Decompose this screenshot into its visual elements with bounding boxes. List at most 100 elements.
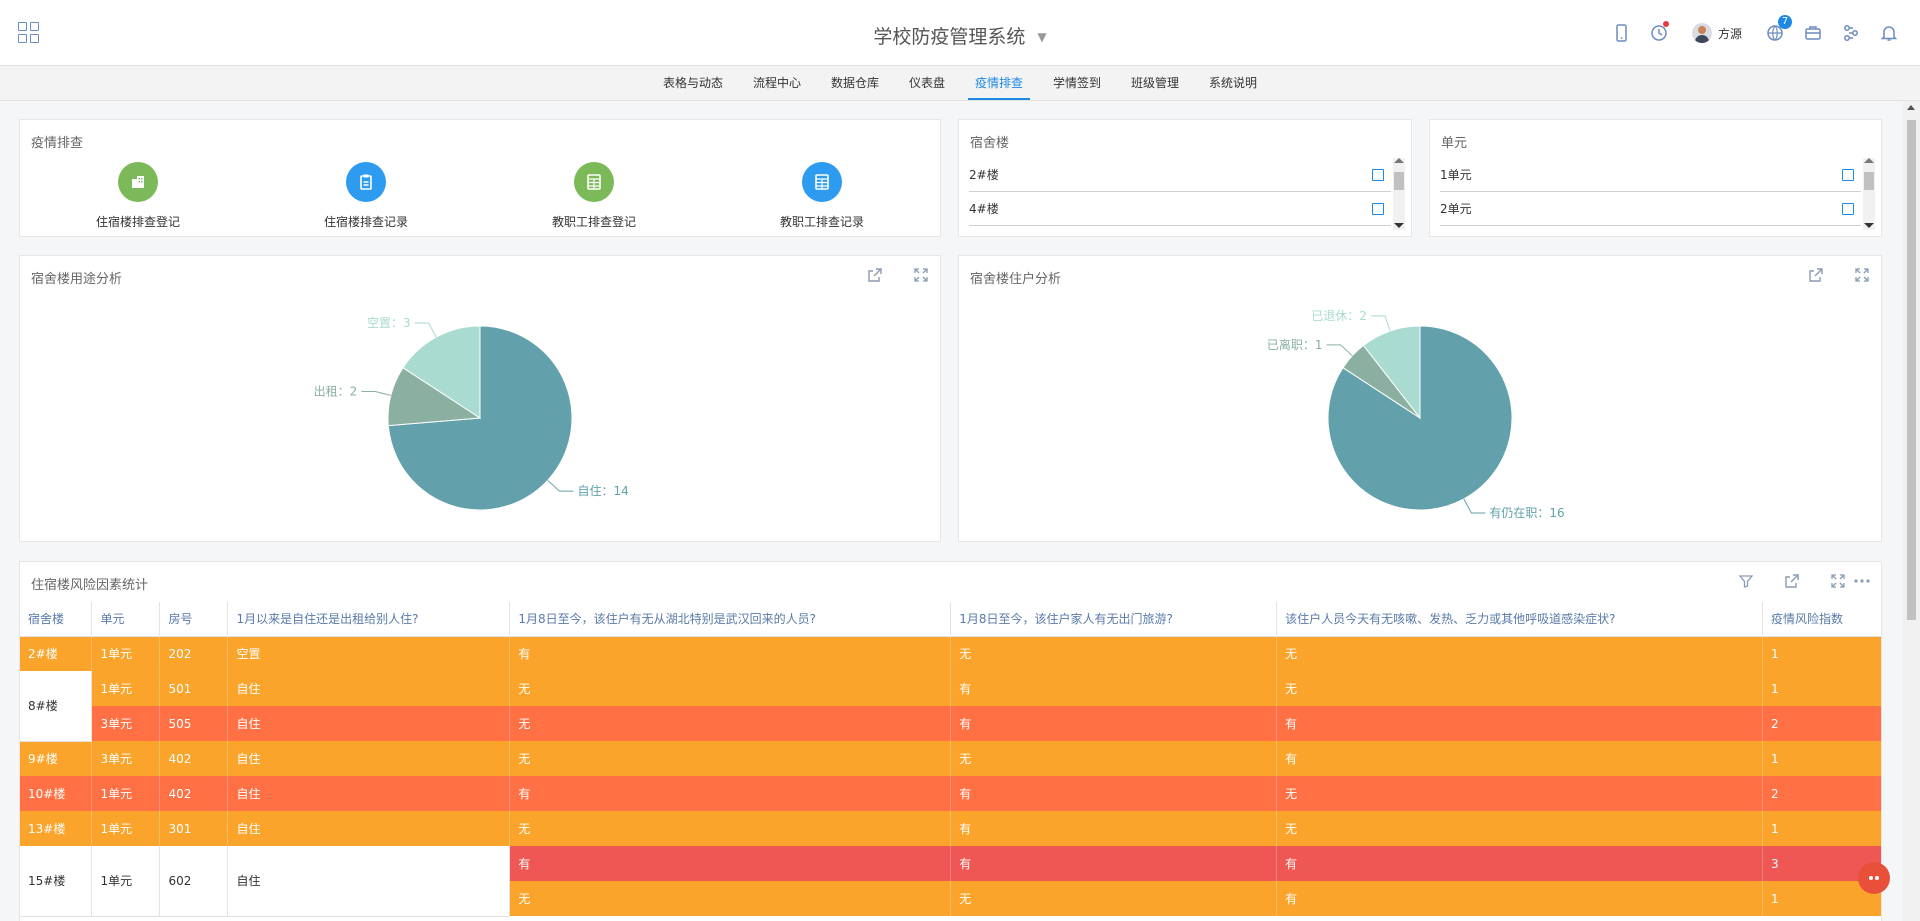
tab-item[interactable]: 学情签到 (1038, 66, 1116, 100)
column-header[interactable]: 疫情风险指数 (1762, 602, 1881, 637)
table-icon (802, 162, 842, 202)
checkbox[interactable] (1842, 202, 1854, 215)
column-header[interactable]: 房号 (159, 602, 229, 637)
quick-building-register[interactable]: 住宿楼排查登记 (58, 162, 218, 230)
quick-staff-register[interactable]: 教职工排查登记 (514, 162, 674, 230)
cell-travel: 无 (950, 636, 1278, 671)
pie-data-label: 已离职：1 (1267, 337, 1323, 352)
cell-risk-index: 2 (1762, 706, 1881, 741)
user-name: 方源 (1717, 26, 1742, 41)
cell-building: 9#楼 (20, 741, 93, 776)
pie-label-line (1463, 498, 1486, 514)
quick-label: 住宿楼排查登记 (95, 215, 180, 229)
risk-table: 宿舍楼 单元 房号 1月以来是自住还是出租给别人住? 1月8日至今，该住户有无从… (20, 602, 1881, 917)
avatar (1691, 23, 1712, 43)
usage-chart-title: 宿舍楼用途分析 (31, 272, 123, 287)
table-toolbar (1709, 572, 1871, 590)
notification-globe-icon[interactable]: 7 (1764, 15, 1792, 44)
cell-symptom: 有 (1276, 706, 1763, 741)
fullscreen-icon[interactable] (1829, 572, 1847, 590)
cell-travel: 有 (950, 811, 1278, 846)
filter-scrollbar[interactable] (1863, 158, 1875, 230)
checkbox[interactable] (1842, 168, 1854, 181)
table-row[interactable]: 8#楼 1单元 501 自住 无 有 无 1 (20, 671, 1881, 742)
cell-unit: 1单元 (91, 671, 161, 706)
unit-filter-list: 1单元 2单元 (1440, 158, 1861, 226)
table-row[interactable]: 9#楼 3单元 402 自住 无 无 有 1 (20, 741, 1881, 776)
cell-travel: 有 (950, 706, 1278, 741)
table-row[interactable]: 13#楼 1单元 301 自住 无 有 无 1 (20, 811, 1881, 846)
fullscreen-icon[interactable] (912, 266, 930, 284)
tab-item[interactable]: 数据仓库 (816, 66, 894, 100)
filter-option[interactable]: 1单元 (1440, 158, 1861, 192)
app-title-text: 学校防疫管理系统 (873, 26, 1026, 48)
open-external-icon[interactable] (1783, 572, 1801, 590)
residents-pie-chart: 有仍在职：16 已离职：1 已退休：2 (1267, 309, 1565, 520)
page-scrollbar[interactable] (1903, 101, 1920, 921)
cell-hubei: 无 (509, 881, 952, 916)
cell-unit: 3单元 (91, 741, 161, 776)
cell-unit: 3单元 (91, 706, 161, 741)
history-alert-dot (1662, 21, 1669, 27)
column-header[interactable]: 1月8日至今，该住户家人有无出门旅游? (950, 602, 1278, 637)
column-header[interactable]: 1月8日至今，该住户有无从湖北特别是武汉回来的人员? (509, 602, 952, 637)
quick-staff-records[interactable]: 教职工排查记录 (742, 162, 902, 230)
quick-label: 教职工排查登记 (551, 215, 636, 229)
cell-room: 402 (159, 776, 229, 811)
tab-item[interactable]: 仪表盘 (894, 66, 960, 100)
cell-hubei: 无 (509, 811, 952, 846)
tab-item[interactable]: 表格与动态 (648, 66, 738, 100)
user-menu[interactable]: 方源 (1691, 23, 1742, 43)
cell-usage: 自住 (227, 776, 511, 811)
quick-actions-card: 疫情排查 住宿楼排查登记 住宿楼排查记录 教职工排查登记 教职工排查记录 (19, 119, 941, 237)
filter-option[interactable]: 2单元 (1440, 192, 1861, 226)
usage-chart-card: 宿舍楼用途分析 自住：14 出租：2 空置：3 (19, 255, 941, 542)
checkbox[interactable] (1372, 202, 1384, 215)
column-header[interactable]: 宿舍楼 (20, 602, 93, 637)
table-row[interactable]: 2#楼 1单元 202 空置 有 无 无 1 (20, 636, 1881, 671)
cell-symptom: 有 (1276, 741, 1763, 776)
column-header[interactable]: 1月以来是自住还是出租给别人住? (227, 602, 511, 637)
cell-room: 501 (159, 671, 229, 706)
fullscreen-icon[interactable] (1853, 266, 1871, 284)
top-bar: 学校防疫管理系统 ▼ 方源 7 (0, 0, 1920, 66)
filter-option[interactable]: 4#楼 (969, 192, 1391, 226)
filter-icon[interactable] (1737, 572, 1755, 590)
cell-usage: 自住 (227, 671, 511, 706)
filter-option[interactable]: 2#楼 (969, 158, 1391, 192)
quick-building-records[interactable]: 住宿楼排查记录 (286, 162, 446, 230)
open-external-icon[interactable] (1807, 266, 1825, 284)
tab-item[interactable]: 疫情排查 (960, 66, 1038, 100)
tab-item[interactable]: 班级管理 (1116, 66, 1194, 100)
chat-bubble-icon[interactable] (1858, 862, 1890, 894)
workflow-icon[interactable] (1840, 22, 1862, 44)
cell-usage: 自住 (227, 811, 511, 846)
notification-badge: 7 (1778, 15, 1792, 29)
mobile-icon[interactable] (1610, 22, 1632, 44)
pie-data-label: 自住：14 (577, 484, 628, 498)
chart-toolbar (1779, 266, 1871, 284)
cell-risk-index: 1 (1762, 671, 1881, 706)
checkbox[interactable] (1372, 168, 1384, 181)
more-icon[interactable] (1853, 572, 1871, 590)
tab-item[interactable]: 流程中心 (738, 66, 816, 100)
cell-symptom: 无 (1276, 776, 1763, 811)
table-row[interactable]: 15#楼 1单元 602 自住 有 有 有 3 (20, 846, 1881, 917)
open-external-icon[interactable] (866, 266, 884, 284)
cell-hubei: 无 (509, 706, 952, 741)
column-header[interactable]: 单元 (91, 602, 161, 637)
table-row[interactable]: 10#楼 1单元 402 自住 有 有 无 2 (20, 776, 1881, 811)
column-header[interactable]: 该住户人员今天有无咳嗽、发热、乏力或其他呼吸道感染症状? (1276, 602, 1763, 637)
filter-scrollbar[interactable] (1393, 158, 1405, 230)
pie-data-label: 有仍在职：16 (1489, 506, 1564, 520)
building-filter-card: 宿舍楼 2#楼 4#楼 (958, 119, 1412, 237)
cell-symptom: 有 (1276, 846, 1763, 881)
pie-label-line (547, 479, 574, 492)
filter-option-label: 1单元 (1440, 168, 1472, 182)
table-row[interactable]: 3单元 505 自住 无 有 有 2 (20, 706, 1881, 741)
history-icon[interactable] (1648, 21, 1670, 44)
cell-building: 8#楼 (20, 671, 93, 742)
briefcase-icon[interactable] (1802, 22, 1824, 44)
bell-icon[interactable] (1878, 22, 1900, 44)
tab-item[interactable]: 系统说明 (1194, 66, 1272, 100)
